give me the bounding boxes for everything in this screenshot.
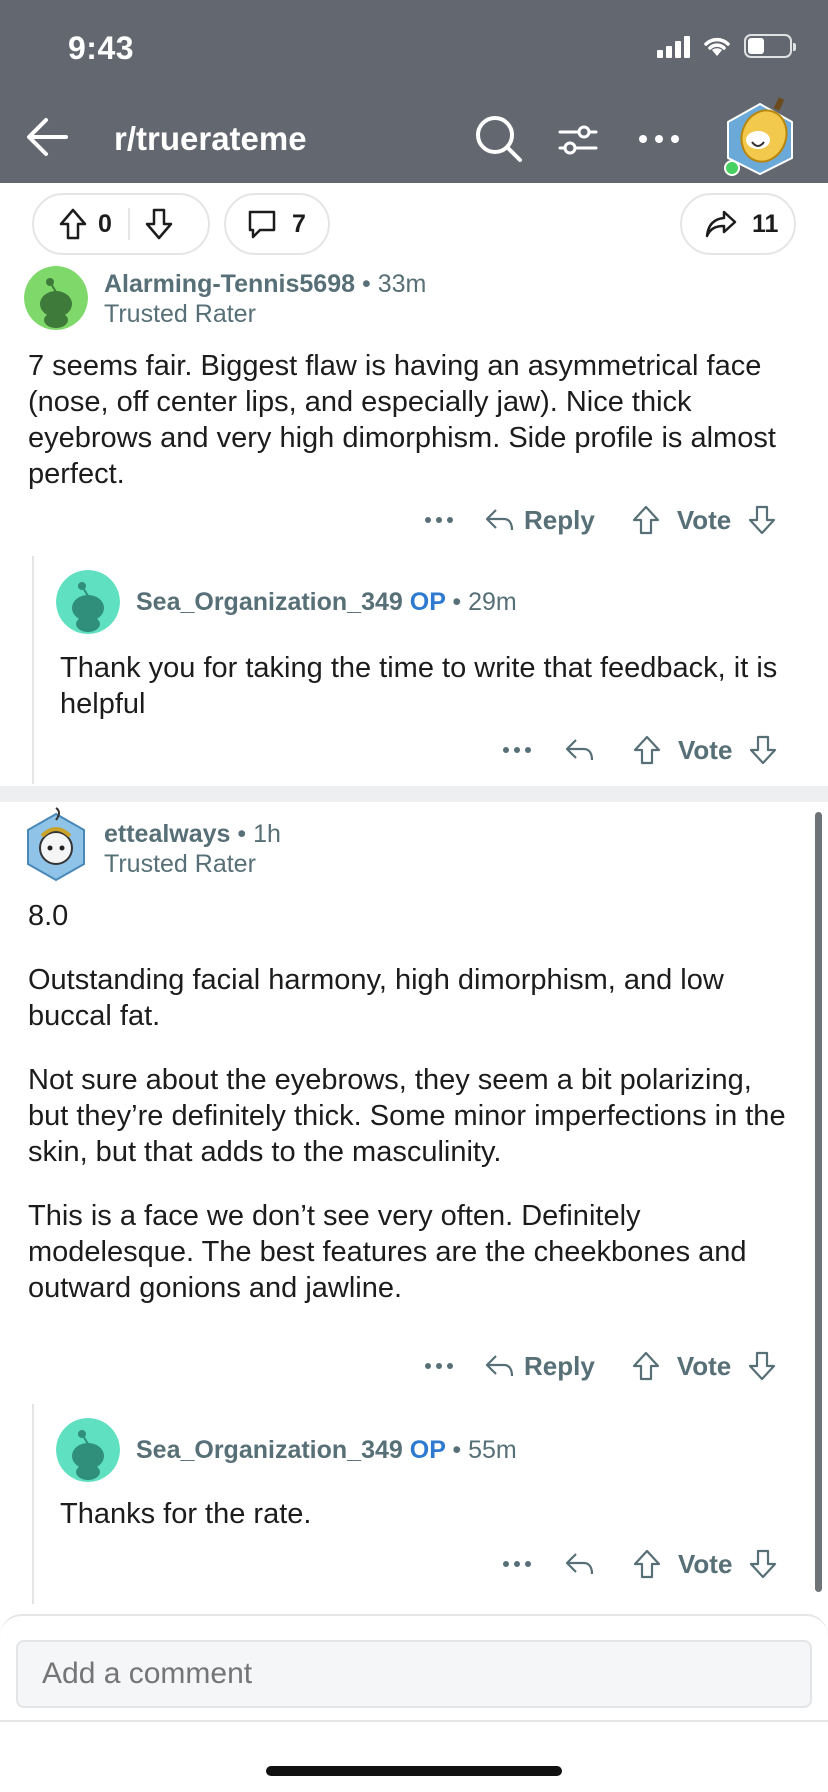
reply-label: Reply xyxy=(524,1350,595,1381)
battery-icon xyxy=(744,34,796,58)
wifi-icon xyxy=(704,37,730,56)
app-header: 9:43 r/truerateme xyxy=(0,0,828,183)
meta-separator: • xyxy=(452,1436,462,1464)
comment-meta: Alarming-Tennis5698 • 33m xyxy=(104,270,426,299)
comment-count: 7 xyxy=(292,209,306,238)
author-name[interactable]: Sea_Organization_349 xyxy=(136,1436,403,1464)
scrollbar[interactable] xyxy=(815,812,822,1592)
reply-button[interactable]: Reply xyxy=(484,1351,595,1382)
add-comment-input[interactable] xyxy=(16,1640,812,1708)
comment-actions: Vote xyxy=(502,730,778,770)
comment-paragraph: This is a face we don’t see very often. … xyxy=(28,1200,747,1304)
status-icons xyxy=(657,34,796,58)
more-icon[interactable] xyxy=(424,515,454,525)
share-count: 11 xyxy=(752,209,779,238)
reply-label: Reply xyxy=(524,504,595,535)
more-icon[interactable] xyxy=(502,1559,532,1569)
downvote-icon[interactable] xyxy=(144,207,174,241)
comment-paragraph: Thanks for the rate. xyxy=(60,1498,312,1530)
comment-4: Sea_Organization_349 OP • 55m Thanks for… xyxy=(0,1416,828,1612)
vote-count: 0 xyxy=(98,209,112,238)
comment-paragraph: Thank you for taking the time to write t… xyxy=(60,652,778,720)
comment-actions: Reply Vote xyxy=(424,500,777,540)
more-icon[interactable] xyxy=(636,124,682,154)
composer-divider xyxy=(0,1720,828,1722)
downvote-icon[interactable] xyxy=(748,734,778,766)
user-flair: Trusted Rater xyxy=(104,300,256,328)
more-icon[interactable] xyxy=(502,745,532,755)
commenter-avatar[interactable] xyxy=(56,1418,120,1482)
post-action-bar: 0 7 11 xyxy=(0,193,828,257)
meta-separator: • xyxy=(452,588,462,616)
author-name[interactable]: Alarming-Tennis5698 xyxy=(104,270,355,298)
reply-icon xyxy=(485,509,514,531)
comment-meta: Sea_Organization_349 OP • 29m xyxy=(136,588,517,617)
more-icon[interactable] xyxy=(424,1361,454,1371)
share-icon xyxy=(705,210,737,238)
meta-separator: • xyxy=(237,820,247,848)
vote-label: Vote xyxy=(676,504,732,535)
comment-time: 29m xyxy=(468,588,517,616)
comment-paragraph: Outstanding facial harmony, high dimorph… xyxy=(28,964,724,1032)
comment-2: Sea_Organization_349 OP • 29m Thank you … xyxy=(0,568,828,778)
search-icon[interactable] xyxy=(474,114,524,164)
upvote-icon[interactable] xyxy=(631,1350,661,1382)
user-avatar-icon[interactable] xyxy=(722,96,798,176)
status-time: 9:43 xyxy=(68,30,135,66)
op-badge: OP xyxy=(409,1436,446,1464)
comment-time: 55m xyxy=(468,1436,517,1464)
comment-meta: Sea_Organization_349 OP • 55m xyxy=(136,1436,517,1465)
vote-pill: 0 xyxy=(32,193,210,255)
comment-1: Alarming-Tennis5698 • 33m Trusted Rater … xyxy=(0,262,828,535)
comment-paragraph: 8.0 xyxy=(28,900,69,932)
commenter-avatar[interactable] xyxy=(56,570,120,634)
vote-label: Vote xyxy=(678,1548,733,1579)
comment-time: 33m xyxy=(377,270,427,298)
comment-meta: ettealways • 1h xyxy=(104,820,281,849)
comment-composer xyxy=(0,1614,828,1792)
vote-label: Vote xyxy=(676,1350,732,1381)
comment-divider xyxy=(0,786,828,802)
comment-actions: Reply Vote xyxy=(424,1346,777,1386)
downvote-icon[interactable] xyxy=(747,1350,777,1382)
downvote-icon[interactable] xyxy=(747,504,777,536)
reply-icon[interactable] xyxy=(564,737,594,763)
upvote-icon[interactable] xyxy=(632,1548,662,1580)
home-indicator[interactable] xyxy=(266,1766,562,1776)
back-arrow-icon[interactable] xyxy=(22,112,72,162)
author-name[interactable]: Sea_Organization_349 xyxy=(136,588,403,616)
downvote-icon[interactable] xyxy=(748,1548,778,1580)
vote-label: Vote xyxy=(678,734,733,765)
vote-divider xyxy=(127,208,130,240)
upvote-icon[interactable] xyxy=(632,734,662,766)
reply-icon xyxy=(485,1355,514,1377)
meta-separator: • xyxy=(361,270,371,298)
user-flair: Trusted Rater xyxy=(104,850,256,878)
comment-body: 8.0 Outstanding facial harmony, high dim… xyxy=(28,898,800,1334)
upvote-icon[interactable] xyxy=(58,207,88,241)
signal-icon xyxy=(657,34,690,58)
comment-count-button[interactable]: 7 xyxy=(224,193,330,255)
comment-paragraph: Not sure about the eyebrows, they seem a… xyxy=(28,1064,786,1168)
subreddit-title[interactable]: r/truerateme xyxy=(114,120,307,158)
comment-3: ettealways • 1h Trusted Rater 8.0 Outsta… xyxy=(0,806,828,1396)
comment-time: 1h xyxy=(253,820,281,848)
upvote-icon[interactable] xyxy=(631,504,661,536)
reply-button[interactable]: Reply xyxy=(484,505,595,536)
comment-paragraph: 7 seems fair. Biggest flaw is having an … xyxy=(28,350,776,490)
comment-actions: Vote xyxy=(502,1544,778,1584)
reply-icon[interactable] xyxy=(564,1551,594,1577)
filter-icon[interactable] xyxy=(556,118,600,162)
comment-icon xyxy=(248,210,276,239)
share-button[interactable]: 11 xyxy=(680,193,796,255)
op-badge: OP xyxy=(409,588,446,616)
commenter-avatar[interactable] xyxy=(22,806,90,884)
comment-body: 7 seems fair. Biggest flaw is having an … xyxy=(28,348,788,520)
author-name[interactable]: ettealways xyxy=(104,820,230,848)
commenter-avatar[interactable] xyxy=(24,266,88,330)
